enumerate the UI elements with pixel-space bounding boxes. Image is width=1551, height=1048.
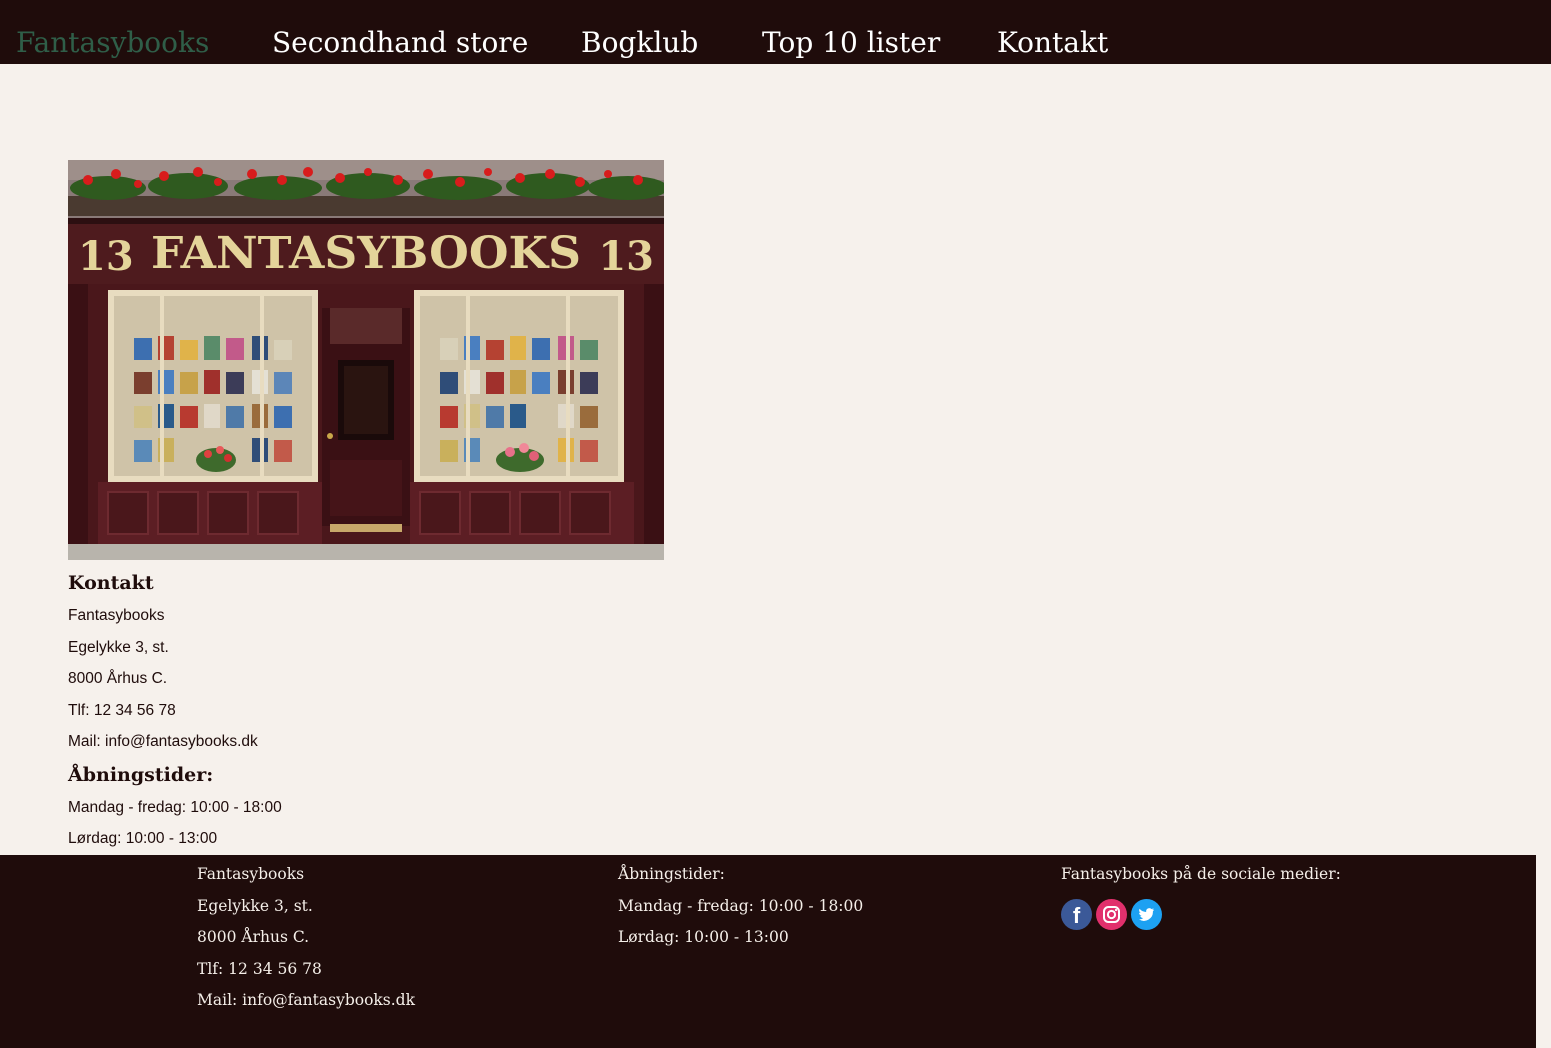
footer-company: Fantasybooks [197,865,305,883]
footer-hours-title: Åbningstider: [618,865,725,883]
footer-hours-weekdays: Mandag - fredag: 10:00 - 18:00 [618,896,864,915]
nav-item-top-10-lister[interactable]: Top 10 lister [762,24,940,62]
contact-street: Egelykke 3, st. [68,638,169,656]
nav-item-kontakt[interactable]: Kontakt [997,24,1108,62]
footer-street: Egelykke 3, st. [197,896,313,915]
contact-company: Fantasybooks [68,607,165,624]
instagram-icon[interactable] [1096,899,1127,930]
nav-item-bogklub[interactable]: Bogklub [581,24,698,62]
footer-email: Mail: info@fantasybooks.dk [197,991,415,1009]
store-sign-text: FANTASYBOOKS [151,228,581,279]
facebook-icon[interactable]: f [1061,899,1092,930]
footer-hours-column: Åbningstider: Mandag - fredag: 10:00 - 1… [618,859,863,954]
nav-brand-fantasybooks[interactable]: Fantasybooks [16,24,209,62]
storefront-photo: 13 FANTASYBOOKS 13 [68,160,664,560]
footer-phone: Tlf: 12 34 56 78 [197,959,322,978]
footer-social-column: Fantasybooks på de sociale medier: f [1061,859,1341,930]
contact-city: 8000 Århus C. [68,670,168,687]
store-number-left: 13 [78,233,134,280]
twitter-icon[interactable] [1131,899,1162,930]
store-number-right: 13 [598,233,654,280]
top-navigation: Fantasybooks Secondhand store Bogklub To… [0,0,1551,64]
footer-hours-saturday: Lørdag: 10:00 - 13:00 [618,928,789,946]
svg-text:f: f [1073,903,1081,928]
opening-hours-heading: Åbningstider: [68,763,214,786]
hours-weekdays: Mandag - fredag: 10:00 - 18:00 [68,798,282,816]
contact-email: Mail: info@fantasybooks.dk [68,733,258,750]
contact-phone: Tlf: 12 34 56 78 [68,701,176,719]
nav-item-secondhand-store[interactable]: Secondhand store [272,24,528,62]
contact-section: Kontakt Fantasybooks Egelykke 3, st. 800… [68,566,668,855]
footer: Fantasybooks Egelykke 3, st. 8000 Århus … [0,855,1536,1048]
footer-city: 8000 Århus C. [197,928,310,946]
contact-heading: Kontakt [68,572,154,594]
footer-address-column: Fantasybooks Egelykke 3, st. 8000 Århus … [197,859,415,1017]
hours-saturday: Lørdag: 10:00 - 13:00 [68,830,218,847]
social-links: f [1061,899,1162,930]
footer-social-title: Fantasybooks på de sociale medier: [1061,865,1341,883]
